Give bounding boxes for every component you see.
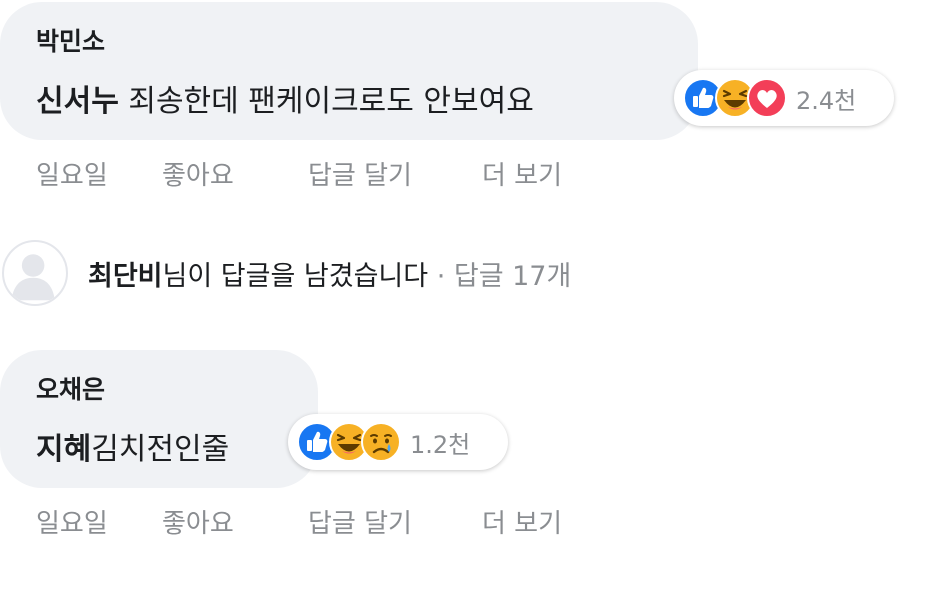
reaction-count: 2.4천: [796, 86, 857, 115]
reply-message: 님이 답글을 남겼습니다: [162, 261, 429, 292]
default-avatar-icon: [11, 254, 55, 301]
sad-icon: [361, 422, 401, 462]
comment-author[interactable]: 박민소: [36, 22, 105, 58]
love-icon: [747, 78, 787, 118]
reply-author[interactable]: 최단비: [88, 261, 163, 292]
like-button[interactable]: 좋아요: [162, 503, 234, 540]
separator: ·: [428, 261, 454, 292]
reaction-count: 1.2천: [410, 430, 471, 459]
mention-link[interactable]: 지혜: [36, 432, 91, 467]
more-button[interactable]: 더 보기: [482, 155, 562, 192]
comment-text: 신서누 죄송한데 팬케이크로도 안보여요: [36, 76, 534, 120]
comment-author[interactable]: 오채은: [36, 370, 105, 406]
reaction-summary[interactable]: 2.4천: [674, 70, 894, 126]
comment-body: 죄송한데 팬케이크로도 안보여요: [118, 84, 534, 119]
avatar[interactable]: [2, 240, 68, 306]
comment-time[interactable]: 일요일: [36, 155, 108, 192]
more-button[interactable]: 더 보기: [482, 503, 562, 540]
mention-link[interactable]: 신서누: [36, 84, 119, 119]
reply-button[interactable]: 답글 달기: [308, 503, 412, 540]
comment-text: 지혜김치전인줄: [36, 424, 229, 468]
comment-body: 김치전인줄: [91, 432, 230, 467]
reply-summary-text[interactable]: 최단비님이 답글을 남겼습니다 · 답글 17개: [88, 254, 571, 293]
comment-time[interactable]: 일요일: [36, 503, 108, 540]
reply-button[interactable]: 답글 달기: [308, 155, 412, 192]
like-button[interactable]: 좋아요: [162, 155, 234, 192]
reply-count[interactable]: 답글 17개: [454, 261, 571, 292]
reaction-summary[interactable]: 1.2천: [288, 414, 508, 470]
